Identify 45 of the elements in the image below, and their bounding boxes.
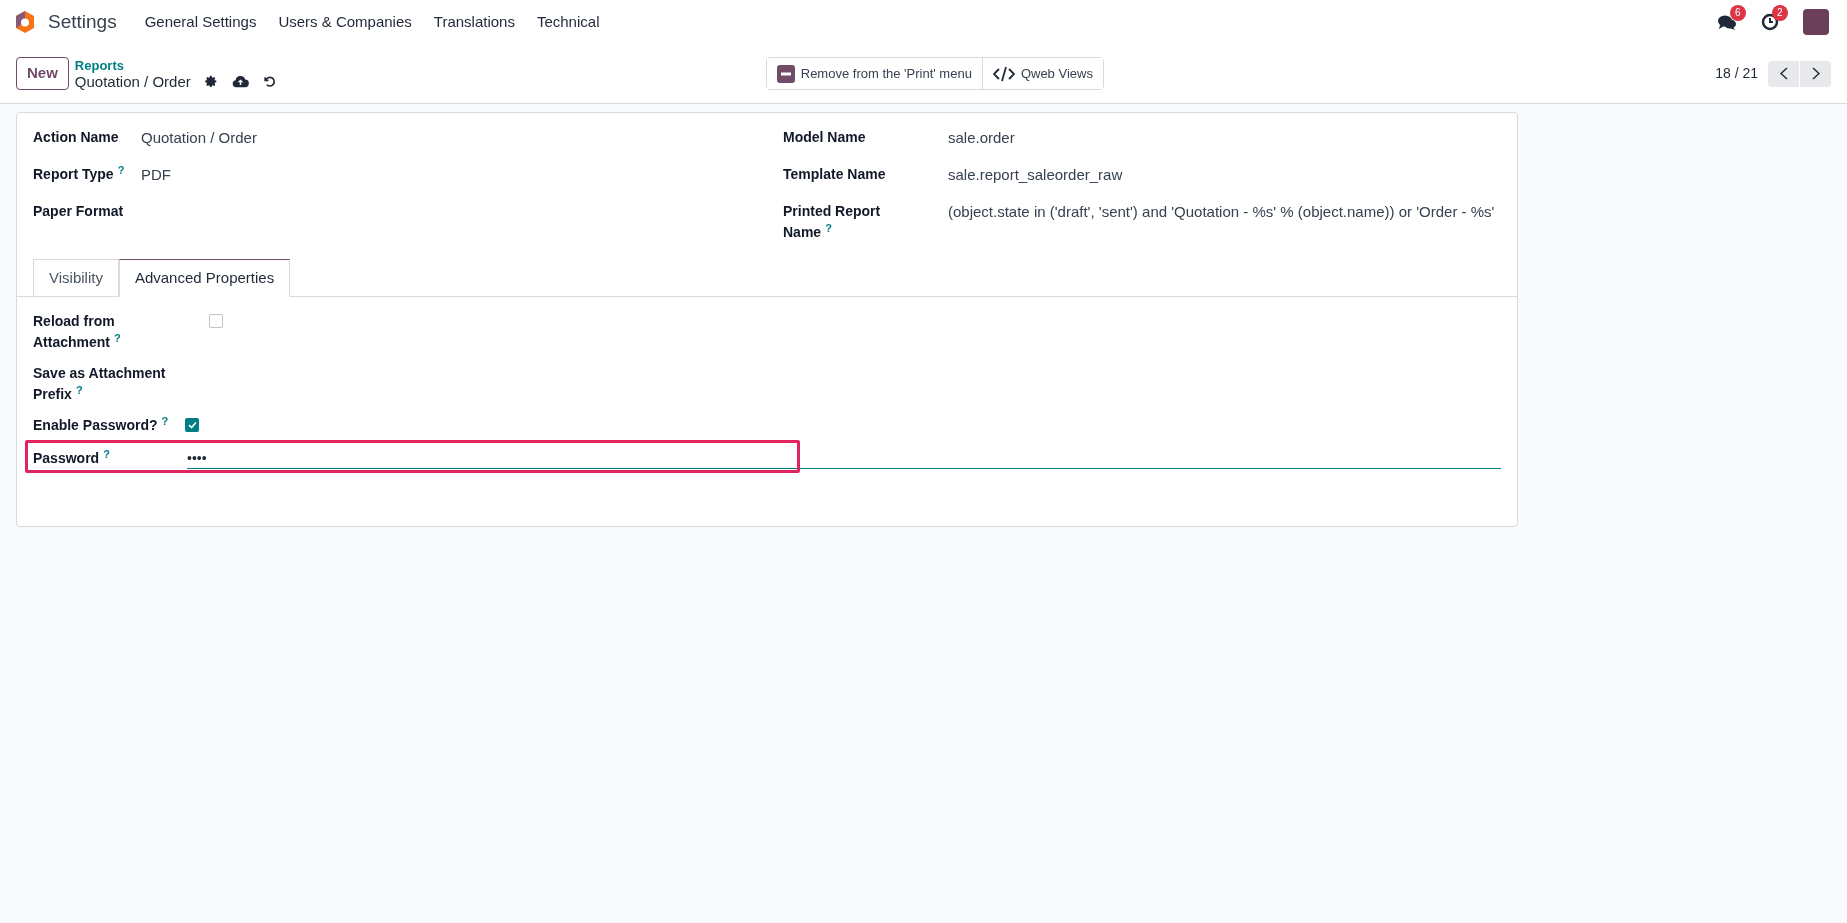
chevron-left-icon (1779, 67, 1788, 80)
record-title: Quotation / Order (74, 73, 191, 90)
field-label: Reload from Attachment $^{?}$ (33, 312, 122, 352)
settings-icon[interactable] (204, 75, 218, 88)
code-icon (992, 65, 1015, 82)
clock-icon[interactable] (1761, 13, 1779, 31)
minus-square-icon (776, 64, 795, 83)
app-name[interactable]: Settings (48, 7, 117, 37)
top-menu-item[interactable]: Translations (423, 10, 525, 34)
field-label: Template Name (783, 165, 887, 184)
breadcrumb-link[interactable]: Reports (74, 57, 276, 74)
field-label: Model Name (783, 128, 867, 147)
top-menu-item[interactable]: Users & Companies (268, 10, 422, 34)
field-value[interactable]: Quotation / Order (141, 127, 257, 149)
field-label: Printed Report Name $^{?}$ (783, 202, 882, 242)
cloud-upload-icon[interactable] (231, 75, 249, 88)
field-value[interactable]: sale.order (948, 127, 1015, 149)
checkbox[interactable] (209, 314, 223, 328)
field-value[interactable]: PDF (141, 164, 171, 186)
checkbox[interactable] (185, 418, 199, 432)
top-menu-item[interactable]: General Settings (134, 10, 267, 34)
notification-badge: 6 (1730, 5, 1746, 21)
field-label: Password $^{?}$ (33, 448, 111, 468)
field-label: Report Type $^{?}$ (33, 164, 126, 184)
field-label: Action Name (33, 128, 120, 147)
new-button[interactable]: New (16, 57, 69, 90)
undo-icon[interactable] (262, 75, 276, 88)
field-value[interactable]: (object.state in ('draft', 'sent') and 'Quotation - %s' % (object.name)) or 'Order - %s' (948, 201, 1495, 243)
previous-button[interactable] (1768, 60, 1799, 87)
pager-value[interactable]: 18 / 21 (1715, 63, 1758, 84)
password-field[interactable]: •••• (187, 448, 1501, 469)
app-logo-icon[interactable] (14, 10, 36, 34)
tab[interactable]: Visibility (33, 259, 119, 297)
chevron-right-icon (1811, 67, 1820, 80)
top-menu-item[interactable]: Technical (526, 10, 610, 34)
checkmark-icon (187, 421, 197, 429)
field-label: Save as Attachment Prefix $^{?}$ (33, 364, 167, 404)
qweb-views-button[interactable]: Qweb Views (981, 58, 1103, 89)
field-value[interactable]: sale.report_saleorder_raw (948, 164, 1123, 186)
next-button[interactable] (1800, 60, 1831, 87)
notification-badge: 2 (1772, 5, 1788, 21)
tab[interactable]: Advanced Properties (118, 259, 291, 297)
chat-bubbles-icon[interactable] (1717, 13, 1737, 31)
field-label: Enable Password? $^{?}$ (33, 415, 170, 435)
field-label: Paper Format (33, 202, 125, 221)
